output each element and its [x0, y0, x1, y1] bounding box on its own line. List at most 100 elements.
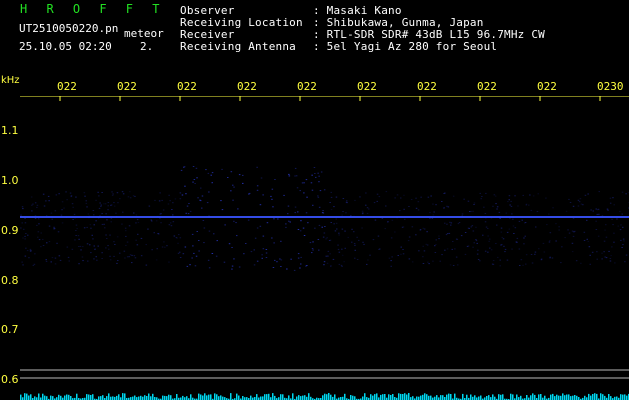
noise-dot — [596, 258, 598, 260]
noise-dot — [354, 257, 356, 259]
noise-dot — [497, 256, 499, 258]
noise-dot — [109, 234, 111, 236]
spectrum-bar — [116, 395, 118, 400]
spectrum-bar — [454, 393, 456, 400]
noise-dot — [549, 240, 551, 242]
noise-dot — [92, 210, 95, 211]
spectrum-bar — [300, 396, 302, 400]
noise-dot — [403, 208, 405, 210]
noise-dot — [609, 202, 612, 204]
noise-dot — [213, 233, 215, 235]
noise-dot — [153, 232, 155, 234]
spectrum-bar — [30, 394, 32, 400]
noise-dot — [623, 240, 625, 242]
spectrum-bar — [556, 394, 558, 400]
noise-dot — [24, 218, 26, 219]
spectrum-bar — [280, 394, 282, 400]
noise-dot — [336, 228, 338, 230]
spectrum-bar — [268, 393, 270, 400]
spectrum-bar — [52, 396, 54, 400]
noise-dot — [384, 228, 386, 230]
noise-dot — [622, 238, 625, 240]
noise-dot — [445, 234, 448, 236]
noise-dot — [181, 194, 184, 196]
spectrum-bar — [372, 395, 374, 400]
spectrum-bar — [210, 394, 212, 400]
noise-dot — [97, 245, 99, 247]
noise-dot — [42, 245, 45, 246]
noise-dot — [299, 230, 302, 232]
noise-dot — [560, 262, 562, 264]
noise-dot — [27, 234, 29, 236]
noise-dot — [211, 253, 214, 254]
spectrum-bar — [204, 393, 206, 400]
noise-dot — [430, 195, 432, 197]
noise-dot — [488, 240, 490, 242]
noise-dot — [237, 208, 239, 210]
spectrum-bar — [50, 395, 52, 400]
noise-dot — [134, 257, 137, 259]
noise-dot — [135, 239, 137, 241]
spectrum-bar — [288, 395, 290, 400]
noise-dot — [191, 233, 194, 235]
noise-dot — [161, 246, 164, 248]
noise-dot — [318, 175, 320, 177]
noise-dot — [22, 237, 24, 239]
noise-dot — [261, 254, 263, 256]
noise-dot — [429, 212, 431, 214]
noise-dot — [530, 209, 533, 211]
noise-dot — [32, 264, 35, 266]
noise-dot — [479, 192, 481, 194]
noise-dot — [435, 239, 437, 241]
noise-dot — [256, 227, 259, 229]
noise-dot — [253, 264, 256, 266]
noise-dot — [75, 196, 77, 198]
noise-dot — [220, 200, 222, 202]
spectrum-bar — [566, 394, 568, 400]
noise-dot — [391, 256, 393, 258]
noise-dot — [311, 248, 314, 249]
noise-dot — [77, 235, 80, 237]
noise-dot — [307, 222, 309, 224]
spectrum-bar — [260, 396, 262, 400]
noise-dot — [121, 191, 124, 193]
noise-dot — [366, 207, 369, 209]
spectrum-bar — [412, 396, 414, 400]
noise-dot — [192, 166, 195, 167]
noise-dot — [135, 222, 137, 224]
noise-dot — [317, 172, 319, 174]
noise-dot — [509, 204, 511, 206]
noise-dot — [231, 265, 234, 267]
noise-dot — [208, 267, 211, 269]
noise-dot — [598, 191, 600, 193]
noise-dot — [332, 258, 335, 260]
noise-dot — [300, 220, 302, 222]
spectrum-bar — [26, 393, 28, 400]
noise-dot — [411, 226, 414, 228]
noise-dot — [359, 196, 361, 198]
noise-dot — [63, 207, 65, 209]
noise-dot — [605, 236, 608, 238]
noise-dot — [622, 244, 624, 246]
noise-dot — [72, 219, 74, 220]
noise-dot — [476, 242, 478, 244]
noise-dot — [106, 238, 108, 239]
spectrum-bar — [584, 395, 586, 400]
spectrum-bar — [182, 395, 184, 400]
spectrum-bar — [440, 395, 442, 400]
noise-dot — [463, 198, 465, 200]
noise-dot — [151, 220, 153, 222]
spectrum-bar — [242, 396, 244, 400]
noise-dot — [272, 206, 274, 208]
noise-dot — [133, 212, 135, 214]
time-tick-label: 022 — [297, 80, 317, 93]
noise-dot — [20, 214, 22, 216]
noise-dot — [326, 237, 328, 239]
spectrum-bar — [402, 394, 404, 400]
noise-dot — [57, 231, 60, 233]
spectrum-bar — [220, 395, 222, 400]
noise-dot — [256, 260, 259, 262]
noise-dot — [21, 261, 23, 263]
noise-dot — [396, 194, 399, 196]
spectrum-bar — [470, 394, 472, 400]
